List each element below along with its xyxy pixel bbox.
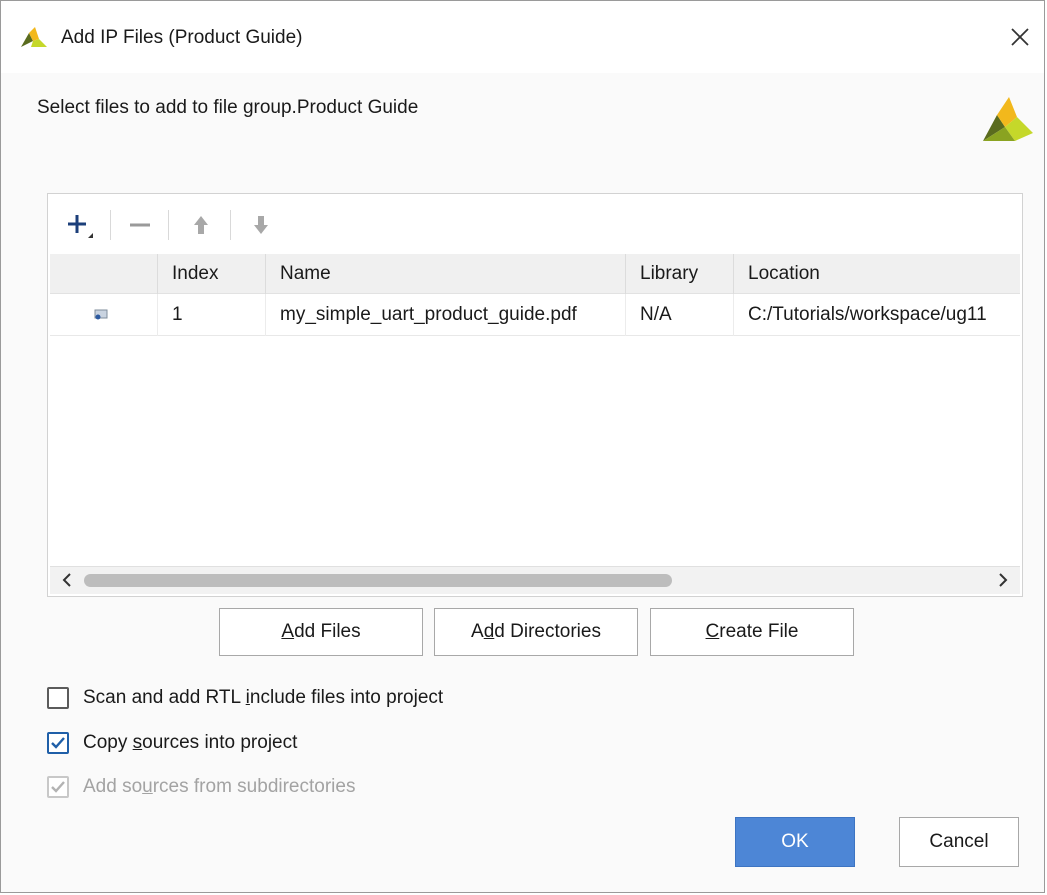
scrollbar-thumb[interactable] (84, 574, 672, 587)
checkbox-label: Scan and add RTL include files into proj… (83, 685, 443, 711)
button-label-prefix: A (471, 621, 484, 642)
close-button[interactable] (1004, 21, 1036, 53)
cancel-button[interactable]: Cancel (899, 817, 1019, 867)
toolbar-separator (168, 210, 169, 240)
chevron-left-icon (62, 573, 71, 587)
label-accelerator: s (132, 732, 143, 753)
button-label-suffix: d Directories (494, 621, 601, 642)
add-directories-button[interactable]: Add Directories (434, 608, 638, 656)
column-header-index[interactable]: Index (158, 254, 266, 294)
create-file-button[interactable]: Create File (650, 608, 854, 656)
cell-index: 1 (158, 294, 266, 336)
checkbox-unchecked[interactable] (47, 687, 69, 709)
label-suffix: rces from subdirectories (152, 776, 356, 797)
button-label-suffix: reate File (719, 621, 799, 642)
cell-name: my_simple_uart_product_guide.pdf (266, 294, 626, 336)
add-sources-subdirectories-checkbox[interactable]: Add sources from subdirectories (47, 774, 407, 804)
file-toolbar (48, 194, 1022, 254)
toolbar-separator (230, 210, 231, 240)
cell-library: N/A (626, 294, 734, 336)
add-file-button[interactable] (62, 208, 96, 242)
vivado-logo-icon (979, 93, 1035, 145)
remove-file-button[interactable] (124, 208, 158, 242)
column-header-name[interactable]: Name (266, 254, 626, 294)
checkmark-icon (51, 781, 65, 793)
checkbox-checked[interactable] (47, 732, 69, 754)
scroll-right-button[interactable] (992, 569, 1014, 591)
title-bar: Add IP Files (Product Guide) (1, 1, 1044, 73)
toolbar-separator (110, 210, 111, 240)
label-suffix: ources into project (142, 732, 298, 753)
horizontal-scrollbar[interactable] (50, 566, 1020, 594)
checkmark-icon (51, 737, 65, 749)
arrow-down-icon (254, 216, 268, 234)
scan-rtl-include-checkbox[interactable]: Scan and add RTL include files into proj… (47, 685, 507, 715)
ok-button[interactable]: OK (735, 817, 855, 867)
dialog-description: Select files to add to file group.Produc… (37, 97, 419, 118)
scroll-left-button[interactable] (56, 569, 78, 591)
plus-icon (68, 215, 93, 238)
minus-icon (130, 223, 150, 227)
column-header-library[interactable]: Library (626, 254, 734, 294)
arrow-up-icon (194, 216, 208, 234)
button-label-accelerator: d (483, 621, 495, 642)
window-title: Add IP Files (Product Guide) (61, 27, 303, 48)
add-ip-files-dialog: Add IP Files (Product Guide) Select file… (0, 0, 1045, 893)
checkbox-label: Add sources from subdirectories (83, 774, 355, 800)
column-header-location[interactable]: Location (734, 254, 1020, 294)
chevron-right-icon (999, 573, 1008, 587)
file-list-panel: Index Name Library Location 1 my_simple_… (47, 193, 1023, 597)
checkbox-checked-disabled[interactable] (47, 776, 69, 798)
label-accelerator: u (142, 776, 153, 797)
move-up-button[interactable] (184, 208, 218, 242)
label-suffix: nclude files into project (249, 687, 444, 708)
button-label-suffix: dd Files (294, 621, 361, 642)
move-down-button[interactable] (244, 208, 278, 242)
close-icon (1011, 28, 1029, 46)
vivado-logo-icon (19, 25, 49, 49)
table-header: Index Name Library Location (50, 254, 1020, 294)
checkbox-label: Copy sources into project (83, 730, 297, 756)
label-prefix: Copy (83, 732, 133, 753)
add-files-button[interactable]: Add Files (219, 608, 423, 656)
column-header-icon[interactable] (50, 254, 158, 294)
button-label-accelerator: A (281, 621, 295, 642)
copy-sources-checkbox[interactable]: Copy sources into project (47, 730, 347, 760)
table-row[interactable]: 1 my_simple_uart_product_guide.pdf N/A C… (50, 294, 1020, 336)
label-prefix: Add so (83, 776, 143, 797)
file-icon (50, 294, 158, 336)
cell-location: C:/Tutorials/workspace/ug11 (748, 304, 987, 325)
label-prefix: Scan and add RTL (83, 687, 246, 708)
button-label-accelerator: C (705, 621, 720, 642)
